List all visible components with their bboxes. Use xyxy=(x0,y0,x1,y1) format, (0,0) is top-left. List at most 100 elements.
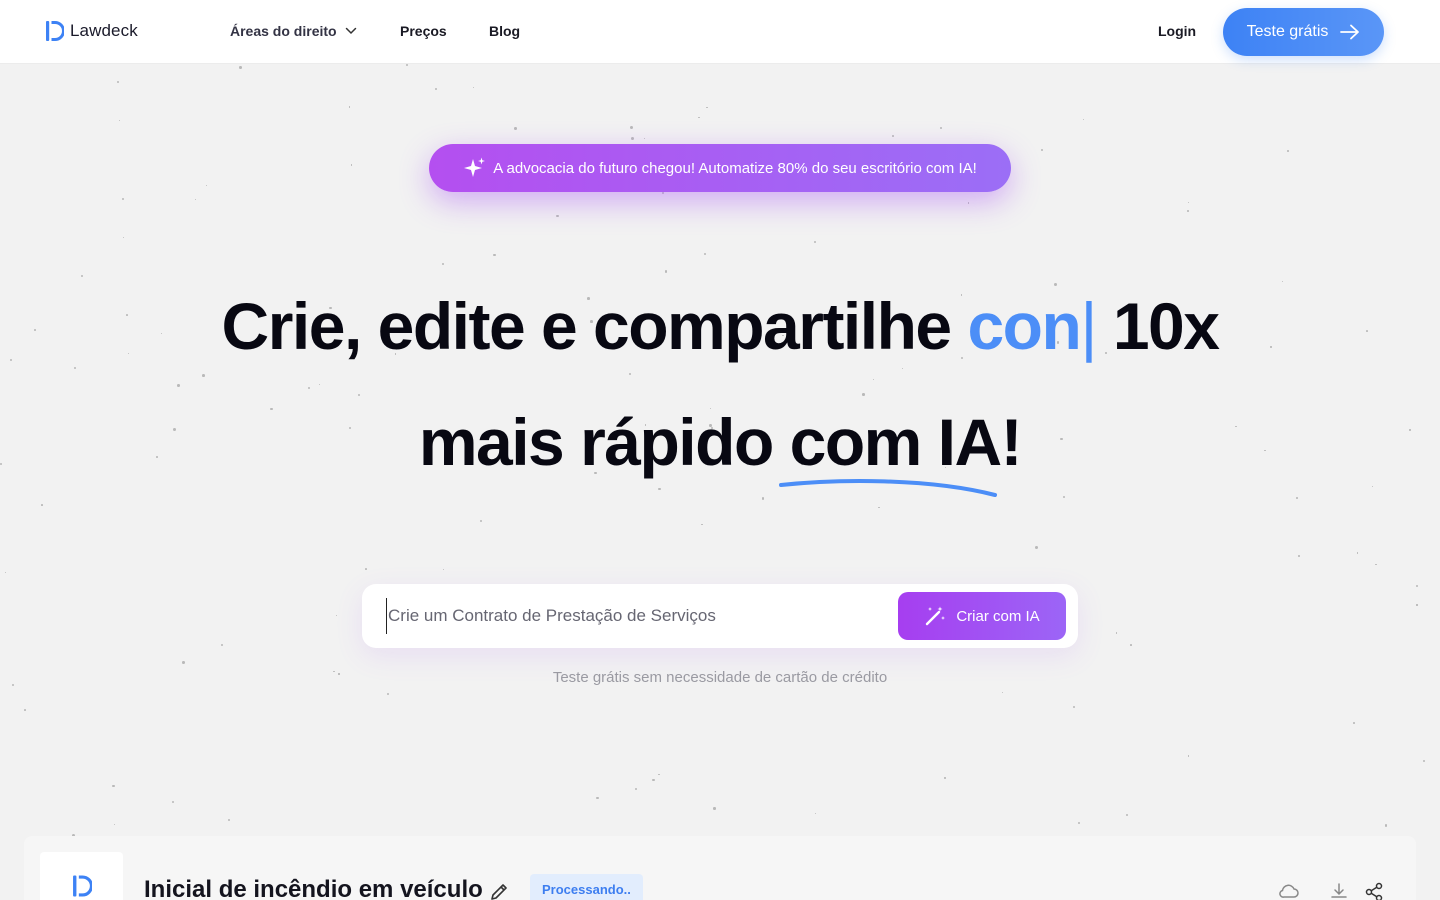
speckle-dot xyxy=(1375,563,1377,566)
speckle-dot xyxy=(872,379,874,381)
speckle-dot xyxy=(1125,814,1128,817)
lawdeck-logo-icon xyxy=(46,21,64,41)
cloud-icon[interactable] xyxy=(1278,882,1300,900)
speckle-dot xyxy=(658,773,660,776)
speckle-dot xyxy=(1287,149,1290,152)
speckle-dot xyxy=(1041,148,1044,151)
speckle-dot xyxy=(862,393,865,396)
speckle-dot xyxy=(1187,210,1189,212)
hero-headline-line2: mais rápido com IA! xyxy=(0,404,1440,480)
speckle-dot xyxy=(1187,755,1190,757)
document-preview-card: Inicial de incêndio em veículo Processan… xyxy=(24,836,1416,900)
speckle-dot xyxy=(901,367,904,370)
speckle-dot xyxy=(479,520,483,523)
chevron-down-icon xyxy=(345,27,356,35)
speckle-dot xyxy=(629,125,633,129)
hero-line2-prefix: mais rápido xyxy=(418,405,774,479)
document-title: Inicial de incêndio em veículo xyxy=(144,876,483,900)
speckle-dot xyxy=(123,236,125,238)
speckle-dot xyxy=(1129,644,1132,646)
speckle-dot xyxy=(706,106,708,109)
typing-cursor: | xyxy=(1080,289,1097,363)
hero-typed-word: con xyxy=(967,289,1081,363)
speckle-dot xyxy=(1082,118,1085,121)
speckle-dot xyxy=(713,807,716,810)
speckle-dot xyxy=(348,105,351,108)
ai-prompt-box: Criar com IA xyxy=(362,584,1078,648)
speckle-dot xyxy=(177,383,180,387)
speckle-dot xyxy=(701,523,703,526)
speckle-dot xyxy=(319,383,321,385)
speckle-dot xyxy=(116,81,120,84)
status-badge: Processando.. xyxy=(530,874,643,900)
nav-precos-link[interactable]: Preços xyxy=(400,23,447,39)
speckle-dot xyxy=(113,823,116,825)
announcement-text: A advocacia do futuro chegou! Automatize… xyxy=(493,159,977,177)
speckle-dot xyxy=(365,568,368,571)
speckle-dot xyxy=(493,254,496,257)
speckle-dot xyxy=(181,661,185,665)
speckle-dot xyxy=(634,787,638,791)
free-trial-label: Teste grátis xyxy=(1246,23,1329,40)
speckle-dot xyxy=(1062,496,1065,499)
speckle-dot xyxy=(596,797,599,800)
highlight-underline xyxy=(779,479,997,497)
speckle-dot xyxy=(350,164,353,166)
speckle-dot xyxy=(556,214,559,218)
speckle-dot xyxy=(1416,604,1418,606)
speckle-dot xyxy=(81,274,84,277)
nav-blog-link[interactable]: Blog xyxy=(489,23,520,39)
speckle-dot xyxy=(220,643,224,647)
no-credit-card-note: Teste grátis sem necessidade de cartão d… xyxy=(552,669,888,686)
create-with-ai-button[interactable]: Criar com IA xyxy=(898,592,1066,640)
speckle-dot xyxy=(814,240,817,243)
speckle-dot xyxy=(1078,822,1080,825)
logo-text: Lawdeck xyxy=(70,21,138,40)
speckle-dot xyxy=(1415,584,1419,588)
speckle-dot xyxy=(307,386,311,390)
speckle-dot xyxy=(121,197,124,200)
speckle-dot xyxy=(657,487,661,491)
logo[interactable]: Lawdeck xyxy=(45,20,138,42)
speckle-dot xyxy=(5,572,7,574)
speckle-dot xyxy=(434,88,437,91)
speckle-dot xyxy=(1372,485,1374,487)
speckle-dot xyxy=(1002,691,1004,694)
nav-areas-label: Áreas do direito xyxy=(230,23,337,39)
speckle-dot xyxy=(644,137,646,140)
announcement-pill[interactable]: A advocacia do futuro chegou! Automatize… xyxy=(429,144,1011,192)
speckle-dot xyxy=(967,202,970,204)
pencil-icon[interactable] xyxy=(489,882,509,900)
speckle-dot xyxy=(761,497,765,500)
speckle-dot xyxy=(112,784,115,787)
speckle-dot xyxy=(1054,282,1058,286)
speckle-dot xyxy=(405,64,408,66)
magic-wand-icon xyxy=(926,606,946,626)
speckle-dot xyxy=(23,708,26,711)
sparkles-icon xyxy=(464,157,486,177)
login-link[interactable]: Login xyxy=(1158,23,1196,39)
speckle-dot xyxy=(940,126,943,129)
ai-prompt-input[interactable] xyxy=(386,598,886,634)
speckle-dot xyxy=(472,86,474,88)
document-app-logo xyxy=(40,852,123,900)
speckle-dot xyxy=(227,818,231,821)
nav-areas-dropdown[interactable]: Áreas do direito xyxy=(230,23,357,39)
speckle-dot xyxy=(1422,759,1426,763)
speckle-dot xyxy=(1281,280,1283,282)
download-icon[interactable] xyxy=(1330,882,1348,900)
hero-headline-line1: Crie, edite e compartilhe con| 10x xyxy=(0,288,1440,364)
speckle-dot xyxy=(1297,555,1300,558)
share-icon[interactable] xyxy=(1364,882,1384,900)
speckle-dot xyxy=(358,393,361,396)
speckle-dot xyxy=(1356,552,1359,554)
hero-line1-suffix: 10x xyxy=(1112,289,1220,363)
speckle-dot xyxy=(1035,546,1039,550)
speckle-dot xyxy=(205,184,208,187)
free-trial-button[interactable]: Teste grátis xyxy=(1223,8,1384,56)
arrow-right-icon xyxy=(1340,24,1360,40)
speckle-dot xyxy=(386,692,390,696)
hero-line2-highlight: com IA! xyxy=(789,405,1023,479)
speckle-dot xyxy=(513,127,517,131)
speckle-dot xyxy=(336,615,338,617)
